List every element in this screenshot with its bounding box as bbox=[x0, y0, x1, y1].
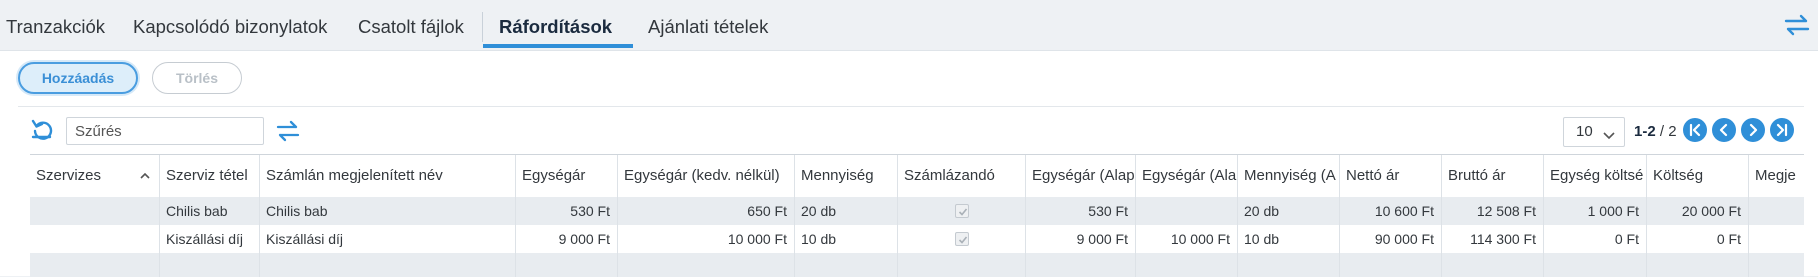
toolbar-divider bbox=[18, 106, 1804, 107]
raforditasok-panel: Hozzáadás Törlés 10 1-2 / 2 bbox=[0, 50, 1818, 277]
cell-szamlan-nev: Chilis bab bbox=[260, 197, 516, 225]
previous-page-icon[interactable] bbox=[1712, 118, 1736, 142]
cell-szervizes bbox=[30, 197, 160, 225]
cell-mennyiseg-a: 10 db bbox=[1238, 225, 1340, 253]
cell-megjegyzes bbox=[1749, 197, 1804, 225]
cell-empty bbox=[1544, 253, 1647, 277]
cell-brutto: 114 300 Ft bbox=[1442, 225, 1544, 253]
column-header-netto[interactable]: Nettó ár bbox=[1340, 155, 1442, 197]
page-range: 1-2 bbox=[1634, 123, 1656, 140]
cell-egyseg-koltseg: 1 000 Ft bbox=[1544, 197, 1647, 225]
cell-egysegar: 9 000 Ft bbox=[516, 225, 618, 253]
table-row[interactable]: Kiszállási díj Kiszállási díj 9 000 Ft 1… bbox=[30, 225, 1804, 253]
cell-szerviz-tetel: Kiszállási díj bbox=[160, 225, 260, 253]
cell-mennyiseg: 10 db bbox=[795, 225, 898, 253]
swap-arrows-icon[interactable] bbox=[274, 117, 302, 145]
next-page-icon[interactable] bbox=[1741, 118, 1765, 142]
table-row[interactable]: Chilis bab Chilis bab 530 Ft 650 Ft 20 d… bbox=[30, 197, 1804, 225]
cell-egysegar-kedv: 650 Ft bbox=[618, 197, 795, 225]
column-header-szamlazando[interactable]: Számlázandó bbox=[898, 155, 1026, 197]
cell-egyseg-koltseg: 0 Ft bbox=[1544, 225, 1647, 253]
column-header-szerviz-tetel[interactable]: Szerviz tétel bbox=[160, 155, 260, 197]
page-size-select[interactable]: 10 bbox=[1563, 117, 1625, 147]
tab-raforditasok[interactable]: Ráfordítások bbox=[499, 0, 612, 50]
cell-empty bbox=[260, 253, 516, 277]
tab-csatolt-fajlok[interactable]: Csatolt fájlok bbox=[358, 0, 464, 50]
cell-netto: 10 600 Ft bbox=[1340, 197, 1442, 225]
cell-egysegar-ala: 10 000 Ft bbox=[1136, 225, 1238, 253]
swap-arrows-icon[interactable] bbox=[1782, 10, 1812, 40]
cell-szamlan-nev: Kiszállási díj bbox=[260, 225, 516, 253]
refresh-icon[interactable] bbox=[30, 117, 54, 141]
page-info: 1-2 / 2 bbox=[1634, 117, 1677, 147]
cell-netto: 90 000 Ft bbox=[1340, 225, 1442, 253]
raforditasok-table: Szervizes Szerviz tétel Számlán megjelen… bbox=[30, 154, 1804, 277]
tab-ajanlati-tetelek[interactable]: Ajánlati tételek bbox=[648, 0, 768, 50]
column-header-egyseg-koltseg[interactable]: Egység költsé bbox=[1544, 155, 1647, 197]
column-header-mennyiseg-a[interactable]: Mennyiség (A bbox=[1238, 155, 1340, 197]
cell-szamlazando bbox=[898, 197, 1026, 225]
cell-koltseg: 0 Ft bbox=[1647, 225, 1749, 253]
column-header-megjegyzes[interactable]: Megje bbox=[1749, 155, 1804, 197]
cell-egysegar-alap: 530 Ft bbox=[1026, 197, 1136, 225]
chevron-down-icon bbox=[1602, 124, 1616, 140]
column-header-egysegar[interactable]: Egységár bbox=[516, 155, 618, 197]
cell-megjegyzes bbox=[1749, 225, 1804, 253]
cell-empty bbox=[795, 253, 898, 277]
page-total: 2 bbox=[1668, 123, 1677, 140]
column-header-koltseg[interactable]: Költség bbox=[1647, 155, 1749, 197]
table-header: Szervizes Szerviz tétel Számlán megjelen… bbox=[30, 155, 1804, 197]
cell-empty bbox=[30, 253, 160, 277]
cell-empty bbox=[1442, 253, 1544, 277]
cell-egysegar: 530 Ft bbox=[516, 197, 618, 225]
column-header-mennyiseg[interactable]: Mennyiség bbox=[795, 155, 898, 197]
cell-egysegar-ala bbox=[1136, 197, 1238, 225]
checkbox-checked-icon[interactable] bbox=[955, 204, 969, 218]
table-row-empty bbox=[30, 253, 1804, 277]
filter-input[interactable] bbox=[66, 117, 264, 145]
cell-empty bbox=[898, 253, 1026, 277]
checkbox-checked-icon[interactable] bbox=[955, 232, 969, 246]
tab-kapcsolodo-bizonylatok[interactable]: Kapcsolódó bizonylatok bbox=[133, 0, 327, 50]
column-header-egysegar-alap[interactable]: Egységár (Alap bbox=[1026, 155, 1136, 197]
cell-egysegar-kedv: 10 000 Ft bbox=[618, 225, 795, 253]
cell-empty bbox=[516, 253, 618, 277]
cell-empty bbox=[1136, 253, 1238, 277]
delete-button[interactable]: Törlés bbox=[152, 62, 242, 94]
column-header-szamlan-nev[interactable]: Számlán megjelenített név bbox=[260, 155, 516, 197]
page-sep: / bbox=[1655, 123, 1669, 140]
cell-empty bbox=[1238, 253, 1340, 277]
cell-empty bbox=[1026, 253, 1136, 277]
cell-mennyiseg-a: 20 db bbox=[1238, 197, 1340, 225]
cell-empty bbox=[160, 253, 260, 277]
cell-empty bbox=[618, 253, 795, 277]
sort-ascending-icon[interactable] bbox=[138, 169, 152, 183]
cell-koltseg: 20 000 Ft bbox=[1647, 197, 1749, 225]
column-header-brutto[interactable]: Bruttó ár bbox=[1442, 155, 1544, 197]
cell-szervizes bbox=[30, 225, 160, 253]
last-page-icon[interactable] bbox=[1770, 118, 1794, 142]
first-page-icon[interactable] bbox=[1683, 118, 1707, 142]
page-size-value: 10 bbox=[1576, 123, 1593, 140]
tab-tranzakciok[interactable]: Tranzakciók bbox=[6, 0, 105, 50]
tab-divider bbox=[482, 12, 483, 42]
tab-bar: Tranzakciók Kapcsolódó bizonylatok Csato… bbox=[0, 0, 1818, 50]
active-tab-indicator bbox=[483, 44, 633, 48]
add-button[interactable]: Hozzáadás bbox=[18, 62, 138, 94]
cell-mennyiseg: 20 db bbox=[795, 197, 898, 225]
column-header-egysegar-kedv[interactable]: Egységár (kedv. nélkül) bbox=[618, 155, 795, 197]
cell-szamlazando bbox=[898, 225, 1026, 253]
cell-egysegar-alap: 9 000 Ft bbox=[1026, 225, 1136, 253]
cell-empty bbox=[1340, 253, 1442, 277]
cell-brutto: 12 508 Ft bbox=[1442, 197, 1544, 225]
cell-szerviz-tetel: Chilis bab bbox=[160, 197, 260, 225]
column-header-egysegar-ala[interactable]: Egységár (Ala bbox=[1136, 155, 1238, 197]
cell-empty bbox=[1647, 253, 1749, 277]
